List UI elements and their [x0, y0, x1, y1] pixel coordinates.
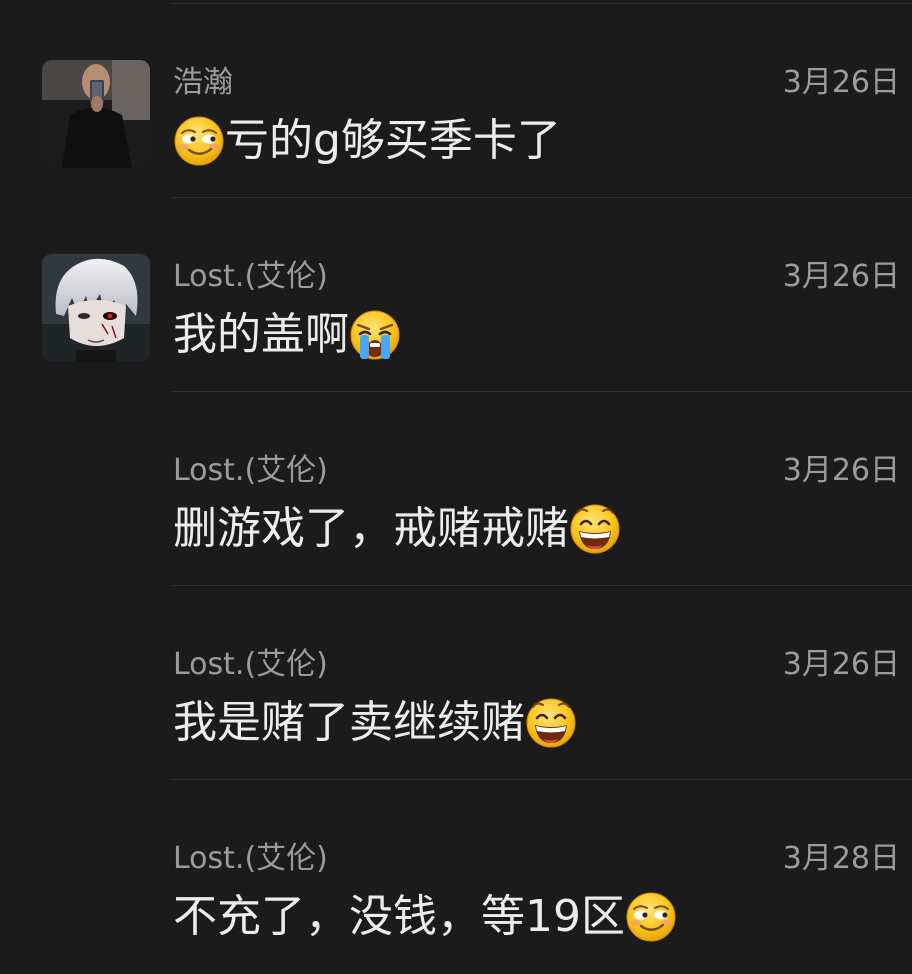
comment-text: 亏的g够买季卡了 [173, 112, 561, 170]
grin-emoji-icon [525, 697, 577, 749]
comment-text: 我是赌了卖继续赌 [173, 694, 577, 752]
avatar[interactable] [42, 60, 150, 168]
comment-date: 3月28日 [782, 841, 900, 876]
comment-date: 3月26日 [782, 647, 900, 682]
comment-date: 3月26日 [782, 259, 900, 294]
comment-username[interactable]: Lost.(艾伦) [173, 258, 328, 296]
comment-text: 不充了，没钱，等19区 [173, 888, 677, 946]
comment-item[interactable]: Lost.(艾伦) 3月26日 删游戏了，戒赌戒赌 [0, 392, 912, 586]
comment-text-content: 亏的g够买季卡了 [225, 115, 561, 166]
comment-text: 我的盖啊 [173, 306, 401, 364]
comment-username[interactable]: Lost.(艾伦) [173, 452, 328, 490]
comment-username[interactable]: Lost.(艾伦) [173, 840, 328, 878]
smirk-emoji-icon [173, 115, 225, 167]
comment-username[interactable]: Lost.(艾伦) [173, 646, 328, 684]
crying-emoji-icon [349, 309, 401, 361]
comment-text: 删游戏了，戒赌戒赌 [173, 500, 621, 558]
avatar[interactable] [42, 254, 150, 362]
comment-item[interactable]: Lost.(艾伦) 3月26日 我是赌了卖继续赌 [0, 586, 912, 780]
comment-date: 3月26日 [782, 453, 900, 488]
comment-item[interactable]: Lost.(艾伦) 3月26日 我的盖啊 [0, 198, 912, 392]
comment-date: 3月26日 [782, 65, 900, 100]
grin-emoji-icon [569, 503, 621, 555]
comment-text-content: 删游戏了，戒赌戒赌 [173, 503, 569, 554]
smirk-emoji-icon [625, 891, 677, 943]
comment-text-content: 我是赌了卖继续赌 [173, 697, 525, 748]
comment-username[interactable]: 浩瀚 [173, 64, 233, 102]
comment-item[interactable]: 浩瀚 3月26日 亏的g够买季卡了 [0, 4, 912, 198]
comment-text-content: 我的盖啊 [173, 309, 349, 360]
comment-text-content: 不充了，没钱，等19区 [173, 891, 625, 942]
comment-item[interactable]: Lost.(艾伦) 3月28日 不充了，没钱，等19区 [0, 780, 912, 974]
